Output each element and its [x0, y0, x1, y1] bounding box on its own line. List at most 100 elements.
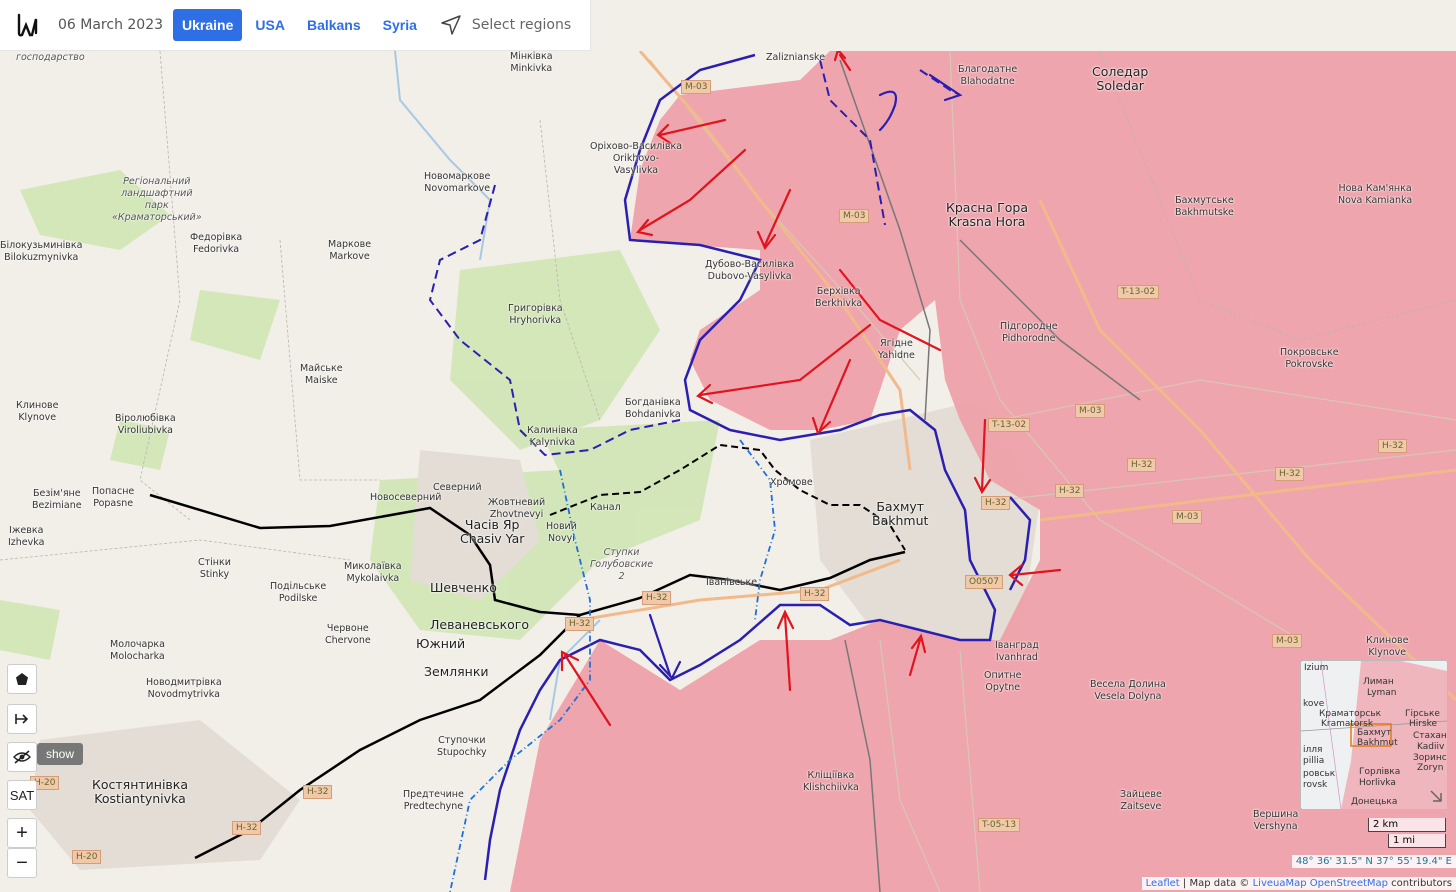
hide-layers-button[interactable] — [7, 742, 37, 772]
place-label: Красна Гора Krasna Hora — [946, 200, 1029, 229]
tab-usa[interactable]: USA — [246, 9, 294, 41]
measure-button[interactable] — [7, 704, 37, 734]
place-label: Вершина Vershyna — [1253, 809, 1299, 832]
eye-slash-icon — [13, 750, 31, 764]
place-label: Безім'яне Bezimiane — [32, 488, 82, 511]
road-sign: H-32 — [1055, 484, 1085, 498]
tab-syria[interactable]: Syria — [374, 9, 426, 41]
road-sign: M-03 — [839, 209, 870, 223]
draw-polygon-button[interactable] — [7, 664, 37, 694]
liveuamap-link[interactable]: LiveuaMap — [1253, 878, 1307, 889]
place-label: Підгородне Pidhorodne — [1000, 321, 1058, 344]
arrow-right-bar-icon — [15, 714, 29, 724]
place-label: Червоне Chervone — [325, 623, 371, 646]
road-sign: M-03 — [1272, 634, 1303, 648]
place-label: Іжевка Izhevka — [8, 525, 45, 548]
minimap-label: Kadiiv — [1417, 742, 1445, 752]
map-base-layer[interactable] — [0, 51, 1456, 892]
road-sign: H-20 — [72, 850, 102, 864]
place-label: Леваневського — [430, 617, 529, 632]
cursor-coordinates: 48° 36' 31.5" N 37° 55' 19.4" E — [1291, 855, 1456, 868]
place-label: Бахмутське Bakhmutske — [1175, 195, 1234, 218]
map-canvas[interactable]: господарство Мінківка Minkivka Zaliznians… — [0, 51, 1456, 892]
place-label: Іванівське — [706, 577, 758, 588]
minimap-label: Hirske — [1409, 719, 1438, 729]
place-label: Покровське Pokrovske — [1280, 347, 1339, 370]
minimap-label: ровськ — [1303, 769, 1336, 779]
minimap-label: Гірське — [1405, 709, 1440, 719]
place-label: Ягідне Yahidne — [878, 338, 915, 361]
place-label: Мінківка Minkivka — [510, 51, 553, 74]
road-sign: H-32 — [1127, 458, 1157, 472]
place-label: Маркове Markove — [328, 239, 372, 262]
minimap-label: Izium — [1304, 663, 1329, 673]
place-label: Бахмут Bakhmut — [872, 499, 929, 528]
map-attribution: Leaflet | Map data © LiveuaMap OpenStree… — [1141, 877, 1456, 890]
satellite-toggle-button[interactable]: SAT — [7, 780, 37, 810]
place-label: Хромове — [770, 477, 813, 488]
road-sign: M-03 — [681, 80, 712, 94]
place-label: Білокузьминівка Bilokuzmynivka — [0, 240, 83, 263]
place-label: Нова Кам'янка Nova Kamianka — [1338, 183, 1413, 206]
minimap-label: Стахан — [1413, 731, 1447, 741]
place-label: Ступки Голубовские 2 — [590, 547, 654, 582]
zoom-in-button[interactable]: + — [7, 818, 37, 848]
road-sign: M-03 — [1075, 404, 1106, 418]
show-button[interactable]: show — [37, 743, 84, 765]
road-sign: H-32 — [232, 821, 262, 835]
date-label[interactable]: 06 March 2023 — [58, 17, 163, 33]
place-label: Стінки Stinky — [198, 557, 231, 580]
place-label: Федорівка Fedorivka — [190, 232, 243, 255]
place-label: Соледар Soledar — [1092, 64, 1149, 93]
minimap-label: rovsk — [1303, 780, 1328, 790]
minimap-label: Краматорськ — [1319, 709, 1382, 719]
scale-km: 2 km — [1368, 818, 1446, 832]
road-sign: H-32 — [800, 587, 830, 601]
minimap-label: Горлівка — [1359, 767, 1401, 777]
attribution-tail: contributors — [1388, 878, 1452, 889]
osm-link[interactable]: OpenStreetMap — [1310, 878, 1388, 889]
scale-mi: 1 mi — [1388, 834, 1446, 848]
minimap-label: Lyman — [1367, 688, 1397, 698]
place-label: Новодмитрівка Novodmytrivka — [146, 677, 222, 700]
liveuamap-logo[interactable] — [16, 11, 40, 39]
overview-minimap[interactable]: Izium Лиман Lyman kove Краматорськ Krama… — [1300, 660, 1448, 810]
select-regions-label: Select regions — [471, 17, 572, 33]
leaflet-link[interactable]: Leaflet — [1146, 878, 1180, 889]
place-label: Южний — [416, 636, 466, 651]
place-label: Зайцеве Zaitseve — [1120, 789, 1162, 812]
place-label: Часів Яр Chasiv Yar — [460, 517, 525, 546]
road-sign: T-13-02 — [988, 418, 1031, 432]
place-label: Богданівка Bohdanivka — [625, 397, 681, 420]
tab-ukraine[interactable]: Ukraine — [173, 9, 243, 41]
road-sign: H-32 — [1378, 439, 1408, 453]
place-label: Шевченко — [430, 580, 497, 595]
place-label: Опитне Opytne — [984, 670, 1022, 693]
road-sign: H-32 — [303, 785, 333, 799]
zoom-out-button[interactable]: − — [7, 848, 37, 878]
select-regions-button[interactable]: Select regions — [440, 14, 571, 36]
minimap-label: Зоринс — [1413, 753, 1447, 763]
minimap-label: pillia — [1303, 756, 1325, 766]
tab-balkans[interactable]: Balkans — [298, 9, 370, 41]
place-label: Клинове Klynove — [1366, 635, 1409, 658]
place-label: Костянтинівка Kostiantynivka — [92, 777, 188, 806]
place-label: Григорівка Hryhorivka — [508, 303, 563, 326]
road-sign: H-32 — [642, 591, 672, 605]
place-label: Віролюбівка Viroliubivka — [115, 413, 176, 436]
road-sign: O0507 — [965, 575, 1003, 589]
navigation-arrow-icon — [441, 15, 461, 35]
place-label: Кліщіївка Klishchiivka — [803, 770, 859, 793]
place-label: Миколаївка Mykolaivka — [344, 561, 402, 584]
minimap-label: ілля — [1303, 745, 1323, 755]
place-label: Канал — [590, 502, 621, 513]
place-label: Клинове Klynove — [16, 400, 59, 423]
minimap-label: Bakhmut — [1357, 738, 1398, 748]
place-label: Попасне Popasne — [92, 486, 135, 509]
place-label: Оріхово-Василівка Orikhovo- Vasylivka — [590, 141, 683, 176]
place-label: Весела Долина Vesela Dolyna — [1090, 679, 1166, 702]
place-label: Новосеверний — [370, 492, 442, 503]
road-sign: M-03 — [1172, 510, 1203, 524]
attribution-separator: | Map data © — [1179, 878, 1253, 889]
road-sign: T-05-13 — [978, 818, 1021, 832]
